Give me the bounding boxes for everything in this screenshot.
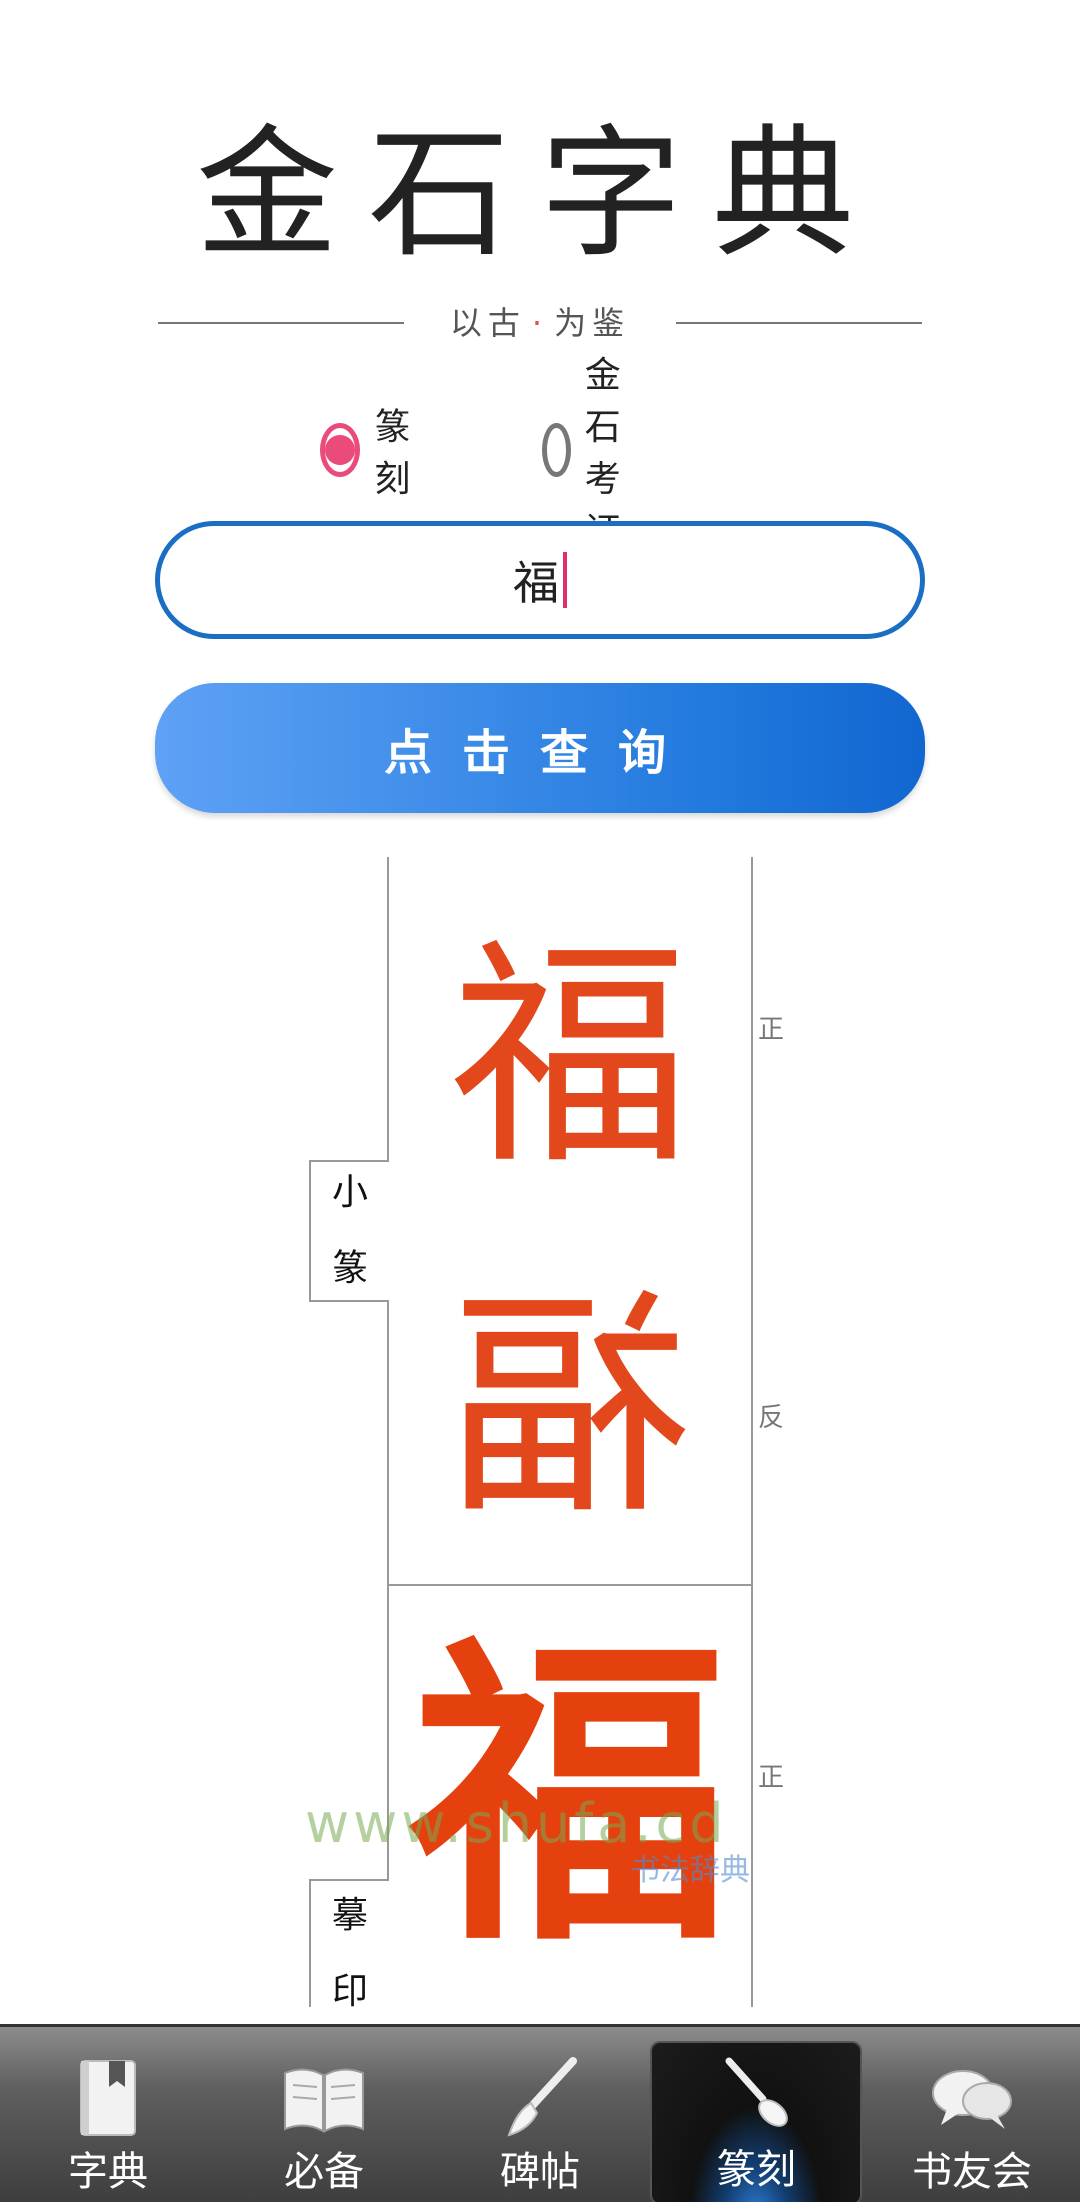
- search-input-value: 福: [513, 556, 559, 610]
- radio-unchecked-icon[interactable]: [542, 423, 571, 477]
- tab-label: 必备: [284, 2149, 364, 2195]
- jinshi-dictionary-screen: 金石字典 以古·为鉴 篆刻 金石考证 福 点击查询 小 篆: [0, 0, 1080, 2202]
- seal-glyph-front[interactable]: 福: [390, 907, 750, 1207]
- results-list[interactable]: 小 篆 福 福 正 反 摹 印 福 正 www.shufa.cd 书法辞典: [0, 857, 1080, 2007]
- label-front: 正: [758, 1015, 785, 1045]
- seal-glyph-back[interactable]: 福: [390, 1257, 750, 1557]
- tab-label: 碑帖: [500, 2149, 580, 2195]
- tab-dictionary[interactable]: 字典: [0, 2027, 216, 2202]
- radio-checked-icon[interactable]: [320, 423, 361, 477]
- entry-divider: [387, 1584, 753, 1586]
- slogan-right-text: 为鉴: [554, 304, 631, 342]
- tab-rubbings[interactable]: 碑帖: [432, 2027, 648, 2202]
- query-button-label: 点击查询: [383, 725, 696, 781]
- radio-epigraphy[interactable]: 金石考证: [542, 355, 646, 552]
- style-tab-moyin[interactable]: 摹 印: [309, 1879, 389, 2007]
- book-bookmark-icon: [80, 2060, 136, 2136]
- brush-icon: [507, 2057, 577, 2137]
- radio-label: 篆刻: [374, 407, 411, 500]
- style-tab-char: 摹: [331, 1895, 368, 1936]
- tab-label: 字典: [68, 2149, 148, 2195]
- slogan-dot: ·: [531, 304, 549, 342]
- tab-essentials[interactable]: 必备: [216, 2027, 432, 2202]
- radio-seal-carving[interactable]: 篆刻: [320, 407, 424, 500]
- search-input[interactable]: 福: [155, 521, 925, 639]
- tab-label: 篆刻: [716, 2147, 796, 2193]
- carving-knife-icon: [725, 2057, 788, 2127]
- bottom-tab-bar: 字典 必备 碑帖 篆刻 书友会: [0, 2024, 1080, 2202]
- slogan-row: 以古 · 为鉴: [158, 298, 922, 348]
- slogan-divider-right: [676, 322, 922, 324]
- style-tab-char: 篆: [331, 1248, 368, 1289]
- watermark-text: 书法辞典: [630, 1853, 750, 1888]
- chat-bubbles-icon: [932, 2070, 1012, 2129]
- tab-community[interactable]: 书友会: [864, 2027, 1080, 2202]
- open-book-icon: [284, 2068, 364, 2133]
- query-button[interactable]: 点击查询: [155, 683, 925, 813]
- logo-title: 金石字典: [196, 112, 884, 277]
- slogan-left-text: 以古: [449, 304, 526, 342]
- tab-label: 书友会: [912, 2149, 1032, 2195]
- style-tab-char: 印: [331, 1971, 368, 2007]
- style-tab-char: 小: [331, 1172, 368, 1213]
- tab-seal-carving[interactable]: 篆刻: [650, 2041, 862, 2202]
- style-tab-xiaozhuan[interactable]: 小 篆: [309, 1160, 389, 1302]
- label-front: 正: [758, 1763, 785, 1793]
- text-caret: [563, 552, 567, 608]
- app-logo: 金石字典: [150, 120, 930, 270]
- label-back: 反: [758, 1403, 785, 1433]
